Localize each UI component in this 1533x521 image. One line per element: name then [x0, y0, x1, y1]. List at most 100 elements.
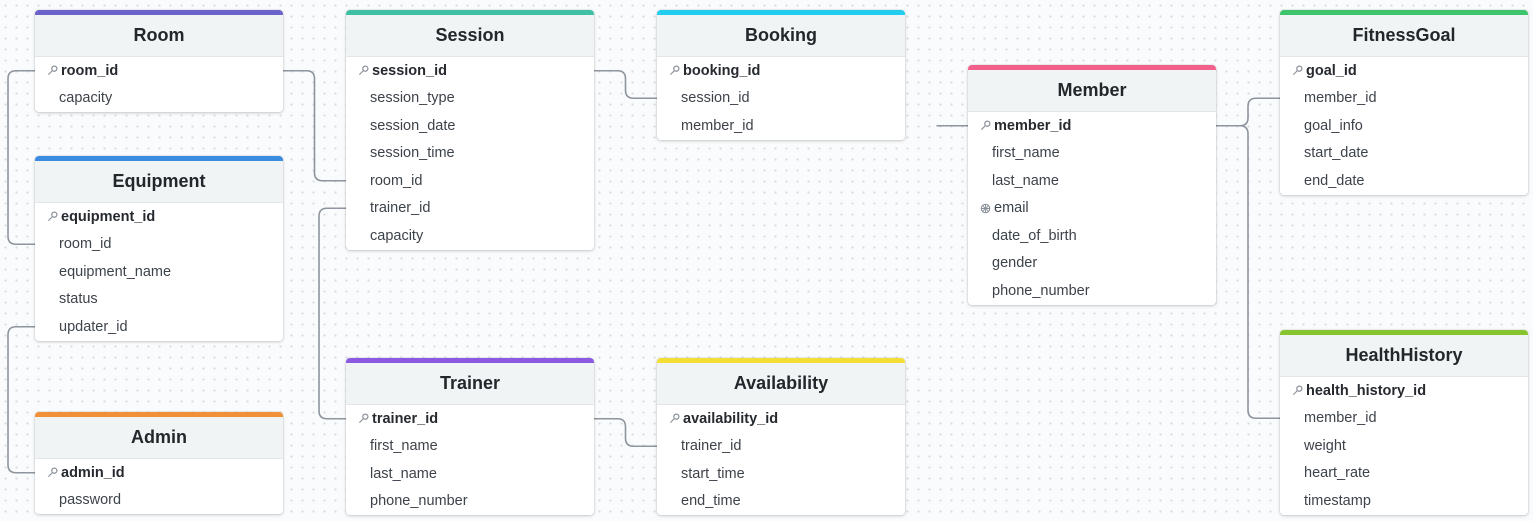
field-row-start-time[interactable]: start_time	[657, 460, 905, 488]
field-row-capacity[interactable]: capacity	[346, 222, 594, 250]
field-name: equipment_id	[61, 208, 156, 225]
table-title[interactable]: Room	[35, 15, 283, 57]
relationship-line[interactable]	[594, 69, 657, 100]
field-row-room-id[interactable]: room_id	[35, 231, 283, 259]
field-name: room_id	[370, 172, 423, 189]
table-trainer[interactable]: Trainer trainer_id first_name last_namephon…	[346, 358, 594, 515]
field-name: password	[59, 492, 122, 509]
table-title[interactable]: Admin	[35, 417, 283, 459]
table-title[interactable]: Equipment	[35, 161, 283, 203]
table-title[interactable]: Trainer	[346, 363, 594, 405]
key-icon	[980, 120, 993, 131]
field-row-booking-id[interactable]: booking_id	[657, 57, 905, 85]
relationship-line[interactable]	[318, 207, 346, 420]
field-name: first_name	[370, 438, 438, 455]
field-name: first_name	[992, 145, 1060, 162]
field-name: member_id	[994, 117, 1072, 134]
field-row-last-name[interactable]: last_name	[968, 167, 1216, 195]
table-title[interactable]: FitnessGoal	[1280, 15, 1528, 57]
table-room[interactable]: Room room_id capacity	[35, 10, 283, 112]
field-row-weight[interactable]: weight	[1280, 432, 1528, 460]
field-row-status[interactable]: status	[35, 286, 283, 314]
field-row-session-type[interactable]: session_type	[346, 85, 594, 113]
field-row-first-name[interactable]: first_name	[346, 433, 594, 461]
field-name: session_id	[681, 90, 750, 107]
field-row-member-id[interactable]: member_id	[968, 112, 1216, 140]
field-name: trainer_id	[370, 200, 431, 217]
field-row-date-of-birth[interactable]: date_of_birth	[968, 222, 1216, 250]
field-name: room_id	[61, 62, 119, 79]
field-row-equipment-name[interactable]: equipment_name	[35, 258, 283, 286]
field-name: member_id	[681, 117, 754, 134]
relationship-line[interactable]	[594, 417, 657, 448]
field-row-end-date[interactable]: end_date	[1280, 167, 1528, 195]
field-row-heart-rate[interactable]: heart_rate	[1280, 460, 1528, 488]
field-row-goal-id[interactable]: goal_id	[1280, 57, 1528, 85]
field-name: admin_id	[61, 464, 125, 481]
field-name: status	[59, 291, 98, 308]
field-row-availability-id[interactable]: availability_id	[657, 405, 905, 433]
field-row-session-time[interactable]: session_time	[346, 140, 594, 168]
table-title[interactable]: Session	[346, 15, 594, 57]
field-name: session_id	[372, 62, 447, 79]
relationship-line[interactable]	[7, 69, 35, 246]
field-row-trainer-id[interactable]: trainer_id	[657, 433, 905, 461]
table-title[interactable]: HealthHistory	[1280, 335, 1528, 377]
field-row-capacity[interactable]: capacity	[35, 85, 283, 113]
field-row-room-id[interactable]: room_id	[35, 57, 283, 85]
field-row-phone-number[interactable]: phone_number	[968, 277, 1216, 305]
relationship-line[interactable]	[283, 69, 346, 182]
table-admin[interactable]: Admin admin_id password	[35, 412, 283, 514]
field-row-trainer-id[interactable]: trainer_id	[346, 405, 594, 433]
table-equipment[interactable]: Equipment equipment_id room_id equipment_na…	[35, 156, 283, 341]
field-name: trainer_id	[681, 438, 742, 455]
field-name: end_time	[681, 493, 741, 510]
field-row-end-time[interactable]: end_time	[657, 488, 905, 516]
field-row-equipment-id[interactable]: equipment_id	[35, 203, 283, 231]
field-name: member_id	[1304, 410, 1377, 427]
field-row-updater-id[interactable]: updater_id	[35, 313, 283, 341]
field-row-password[interactable]: password	[35, 487, 283, 515]
field-name: heart_rate	[1304, 465, 1371, 482]
table-session[interactable]: Session session_id session_type session_dat…	[346, 10, 594, 250]
field-row-session-date[interactable]: session_date	[346, 112, 594, 140]
field-row-session-id[interactable]: session_id	[346, 57, 594, 85]
relationship-line[interactable]	[1216, 124, 1280, 420]
field-name: capacity	[370, 227, 424, 244]
field-row-email[interactable]: email	[968, 195, 1216, 223]
field-row-first-name[interactable]: first_name	[968, 140, 1216, 168]
table-healthhistory[interactable]: HealthHistory health_history_id member_idw…	[1280, 330, 1528, 515]
table-fitnessgoal[interactable]: FitnessGoal goal_id member_id goal_info star…	[1280, 10, 1528, 195]
field-row-goal-info[interactable]: goal_info	[1280, 112, 1528, 140]
field-name: availability_id	[683, 410, 779, 427]
field-row-phone-number[interactable]: phone_number	[346, 488, 594, 516]
field-row-admin-id[interactable]: admin_id	[35, 459, 283, 487]
field-name: updater_id	[59, 318, 128, 335]
table-member[interactable]: Member member_id first_name last_name email d…	[968, 65, 1216, 305]
relationship-line[interactable]	[7, 325, 35, 474]
field-row-member-id[interactable]: member_id	[1280, 85, 1528, 113]
key-icon	[358, 65, 371, 76]
field-row-timestamp[interactable]: timestamp	[1280, 487, 1528, 515]
field-row-session-id[interactable]: session_id	[657, 85, 905, 113]
field-name: session_type	[370, 90, 455, 107]
key-icon	[1292, 65, 1305, 76]
field-name: equipment_name	[59, 263, 172, 280]
field-row-health-history-id[interactable]: health_history_id	[1280, 377, 1528, 405]
table-title[interactable]: Member	[968, 70, 1216, 112]
field-row-member-id[interactable]: member_id	[657, 112, 905, 140]
field-name: health_history_id	[1306, 382, 1427, 399]
table-booking[interactable]: Booking booking_id session_id member_id	[657, 10, 905, 140]
field-row-room-id[interactable]: room_id	[346, 167, 594, 195]
field-row-last-name[interactable]: last_name	[346, 460, 594, 488]
field-row-member-id[interactable]: member_id	[1280, 405, 1528, 433]
field-row-trainer-id[interactable]: trainer_id	[346, 195, 594, 223]
field-name: last_name	[370, 465, 437, 482]
diagram-canvas[interactable]: Room room_id capacity Equipment equipment_id…	[0, 0, 1533, 521]
table-title[interactable]: Availability	[657, 363, 905, 405]
field-row-start-date[interactable]: start_date	[1280, 140, 1528, 168]
table-title[interactable]: Booking	[657, 15, 905, 57]
field-row-gender[interactable]: gender	[968, 250, 1216, 278]
table-availability[interactable]: Availability availability_id trainer_idsta…	[657, 358, 905, 515]
relationship-line[interactable]	[1216, 97, 1280, 127]
